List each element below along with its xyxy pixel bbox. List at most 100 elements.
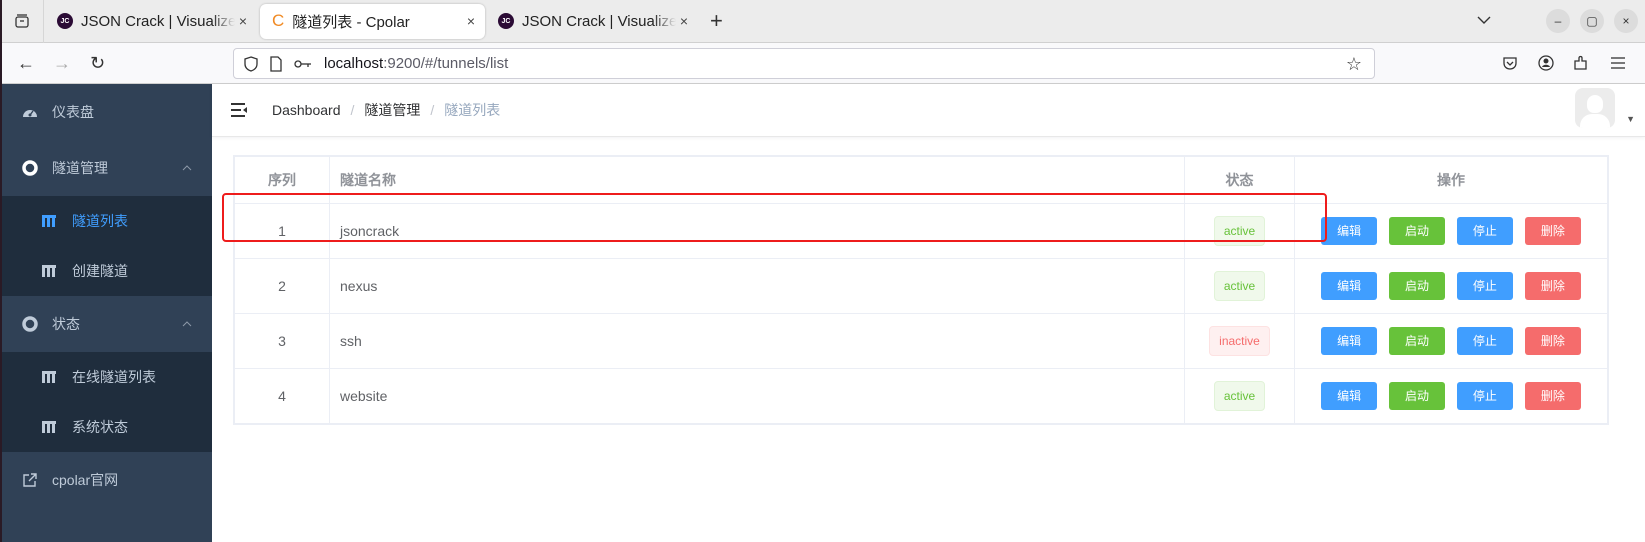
tab-close-icon[interactable]: × — [680, 13, 688, 29]
browser-tab-bar: JC JSON Crack | Visualize Ins × C 隧道列表 -… — [0, 0, 1645, 43]
status-badge: active — [1213, 381, 1266, 411]
tab-close-icon[interactable]: × — [467, 13, 475, 29]
tab-overflow-chevron-icon[interactable] — [1475, 11, 1493, 29]
tunnel-table: 序列 隧道名称 状态 操作 1 jsoncrack active 编辑 启动 停… — [233, 155, 1609, 425]
sidebar-item-label: 仪表盘 — [52, 104, 94, 120]
delete-button[interactable]: 删除 — [1524, 382, 1581, 410]
delete-button[interactable]: 删除 — [1524, 327, 1581, 355]
browser-tab-active[interactable]: C 隧道列表 - Cpolar × — [260, 3, 485, 39]
sidebar-item-label: 隧道列表 — [72, 213, 128, 229]
breadcrumb-tunnel-list: 隧道列表 — [444, 102, 501, 118]
start-button[interactable]: 启动 — [1389, 272, 1446, 300]
status-badge: inactive — [1209, 326, 1270, 356]
menu-icon[interactable] — [1610, 56, 1626, 70]
reload-icon[interactable]: ↻ — [90, 53, 105, 74]
chevron-up-icon — [182, 165, 192, 171]
back-icon[interactable]: ← — [17, 53, 35, 74]
tab-title: 隧道列表 - Cpolar — [292, 13, 410, 31]
sidebar-item-status[interactable]: 状态 — [0, 296, 212, 352]
stop-button[interactable]: 停止 — [1456, 272, 1513, 300]
sidebar-item-dashboard[interactable]: 仪表盘 — [0, 84, 212, 140]
lifebuoy-icon — [22, 160, 38, 176]
tunnel-name: ssh — [329, 313, 1185, 369]
column-header-actions: 操作 — [1294, 156, 1608, 204]
shield-icon[interactable] — [244, 55, 258, 72]
edit-button[interactable]: 编辑 — [1321, 327, 1378, 355]
delete-button[interactable]: 删除 — [1524, 217, 1581, 245]
breadcrumb-tunnel-management[interactable]: 隧道管理 — [364, 100, 420, 120]
status-cell: active — [1184, 203, 1295, 259]
table-header-row: 序列 隧道名称 状态 操作 — [234, 156, 1608, 204]
edit-button[interactable]: 编辑 — [1321, 217, 1378, 245]
column-header-name: 隧道名称 — [329, 156, 1185, 204]
row-index: 4 — [234, 368, 330, 424]
breadcrumb: Dashboard / 隧道管理 / 隧道列表 — [272, 100, 500, 120]
start-button[interactable]: 启动 — [1389, 382, 1446, 410]
jsoncrack-favicon-icon: JC — [498, 13, 514, 29]
main-content: Dashboard / 隧道管理 / 隧道列表 ▼ 序列 隧道名称 状态 操作 … — [212, 84, 1645, 542]
sidebar-item-online-tunnels[interactable]: 在线隧道列表 — [0, 352, 212, 402]
browser-tab[interactable]: JC JSON Crack | Visualize Ins × — [488, 4, 698, 39]
window-close-button[interactable]: × — [1614, 9, 1638, 33]
bookmark-star-icon[interactable]: ☆ — [1346, 54, 1362, 75]
table-icon — [42, 215, 56, 227]
tunnel-name: jsoncrack — [329, 203, 1185, 259]
sidebar-item-cpolar-website[interactable]: cpolar官网 — [0, 452, 212, 508]
actions-cell: 编辑 启动 停止 删除 — [1294, 368, 1608, 424]
column-header-index: 序列 — [234, 156, 330, 204]
maximize-button[interactable]: ▢ — [1580, 9, 1604, 33]
url-path: :9200/#/tunnels/list — [383, 55, 509, 72]
tab-list-button[interactable] — [0, 0, 44, 43]
table-row: 4 website active 编辑 启动 停止 删除 — [234, 368, 1608, 424]
delete-button[interactable]: 删除 — [1524, 272, 1581, 300]
sidebar-item-tunnel-list[interactable]: 隧道列表 — [0, 196, 212, 246]
actions-cell: 编辑 启动 停止 删除 — [1294, 203, 1608, 259]
stop-button[interactable]: 停止 — [1456, 382, 1513, 410]
browser-tab[interactable]: JC JSON Crack | Visualize Ins × — [47, 4, 257, 39]
navbar: Dashboard / 隧道管理 / 隧道列表 ▼ — [212, 84, 1645, 137]
tab-title: JSON Crack | Visualize Ins — [522, 12, 676, 30]
minimize-button[interactable]: – — [1546, 9, 1570, 33]
avatar-body — [1580, 114, 1610, 128]
actions-cell: 编辑 启动 停止 删除 — [1294, 313, 1608, 369]
url-bar[interactable]: localhost:9200/#/tunnels/list ☆ — [233, 48, 1375, 79]
sidebar-item-create-tunnel[interactable]: 创建隧道 — [0, 246, 212, 296]
status-cell: active — [1184, 258, 1295, 314]
start-button[interactable]: 启动 — [1389, 327, 1446, 355]
stop-button[interactable]: 停止 — [1456, 327, 1513, 355]
account-icon[interactable] — [1538, 55, 1554, 71]
sidebar-toggle-icon[interactable] — [230, 102, 248, 118]
sidebar-item-system-status[interactable]: 系统状态 — [0, 402, 212, 452]
status-cell: active — [1184, 368, 1295, 424]
table-row: 3 ssh inactive 编辑 启动 停止 删除 — [234, 313, 1608, 369]
pocket-icon[interactable] — [1502, 55, 1518, 71]
row-index: 3 — [234, 313, 330, 369]
status-submenu: 在线隧道列表 系统状态 — [0, 352, 212, 452]
sidebar-item-label: 创建隧道 — [72, 263, 128, 279]
start-button[interactable]: 启动 — [1389, 217, 1446, 245]
tab-title: JSON Crack | Visualize Ins — [81, 12, 235, 30]
tunnel-management-submenu: 隧道列表 创建隧道 — [0, 196, 212, 296]
sidebar-item-tunnel-management[interactable]: 隧道管理 — [0, 140, 212, 196]
chevron-up-icon — [182, 321, 192, 327]
new-tab-button[interactable]: + — [710, 8, 723, 34]
breadcrumb-dashboard[interactable]: Dashboard — [272, 102, 341, 118]
edit-button[interactable]: 编辑 — [1321, 272, 1378, 300]
table-row: 2 nexus active 编辑 启动 停止 删除 — [234, 258, 1608, 314]
page-icon — [270, 55, 282, 72]
window-edge — [0, 0, 2, 542]
lifebuoy-icon — [22, 316, 38, 332]
extensions-icon[interactable] — [1573, 55, 1589, 71]
sidebar: 仪表盘 隧道管理 隧道列表 创建隧道 状态 在线隧道列表 系统状态 cpolar… — [0, 84, 212, 542]
sidebar-item-label: 隧道管理 — [52, 160, 108, 176]
stop-button[interactable]: 停止 — [1456, 217, 1513, 245]
avatar[interactable] — [1575, 88, 1615, 128]
tab-close-icon[interactable]: × — [239, 13, 247, 29]
key-icon[interactable] — [294, 59, 312, 69]
forward-icon[interactable]: → — [53, 53, 71, 74]
tunnel-name: nexus — [329, 258, 1185, 314]
caret-down-icon[interactable]: ▼ — [1626, 114, 1635, 124]
status-badge: active — [1213, 216, 1266, 246]
tunnel-name: website — [329, 368, 1185, 424]
edit-button[interactable]: 编辑 — [1321, 382, 1378, 410]
